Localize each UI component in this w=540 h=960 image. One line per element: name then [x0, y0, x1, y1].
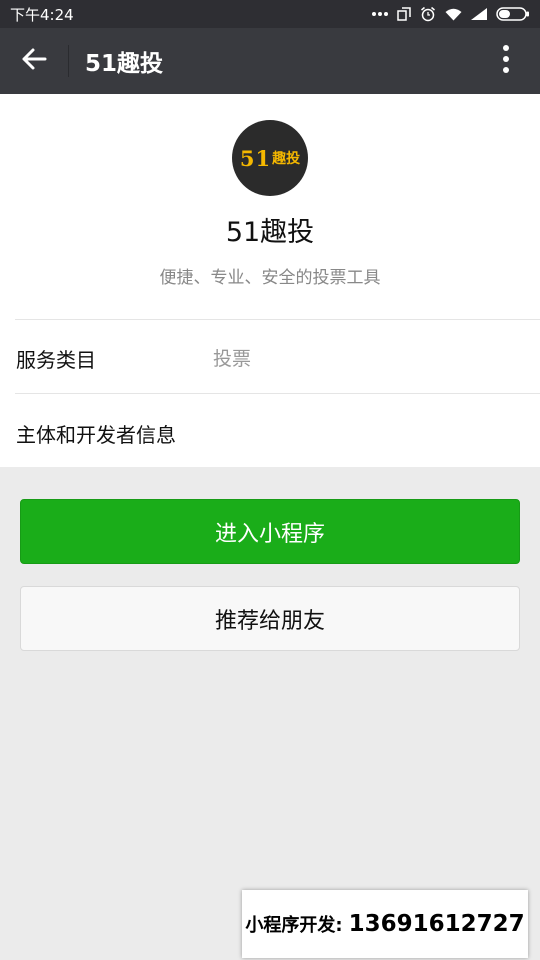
- app-name: 51趣投: [225, 217, 315, 248]
- status-time: 下午4:24: [10, 5, 74, 24]
- watermark: 小程序开发: 13691612727: [242, 890, 528, 958]
- back-arrow-icon: [21, 47, 47, 75]
- service-category-label: 服务类目: [16, 348, 96, 372]
- screen-rotate-icon: [397, 7, 411, 21]
- status-icons: [372, 6, 530, 22]
- more-dots-icon: [372, 11, 388, 17]
- more-vertical-icon: [502, 45, 510, 77]
- signal-icon: [471, 8, 487, 20]
- alarm-icon: [420, 6, 436, 22]
- title-divider: [68, 45, 69, 77]
- app-logo: 51 趣投: [232, 120, 308, 196]
- status-bar: 下午4:24: [0, 0, 540, 28]
- battery-icon: [496, 7, 530, 21]
- title-bar: 51趣投: [0, 28, 540, 94]
- app-description: 便捷、专业、安全的投票工具: [159, 268, 381, 288]
- service-category-value: 投票: [213, 348, 252, 370]
- watermark-label: 小程序开发:: [245, 915, 343, 936]
- divider: [15, 393, 540, 394]
- divider: [15, 319, 540, 320]
- page-title: 51趣投: [85, 51, 164, 77]
- profile-panel: 51 趣投 51趣投 便捷、专业、安全的投票工具 服务类目 投票 主体和开发者信息: [0, 94, 540, 467]
- logo-number: 51: [239, 145, 272, 171]
- recommend-to-friend-button[interactable]: 推荐给朋友: [20, 586, 520, 651]
- back-button[interactable]: [0, 28, 68, 94]
- developer-info-row[interactable]: 主体和开发者信息: [16, 419, 176, 448]
- wifi-icon: [445, 8, 462, 21]
- watermark-phone: 13691612727: [348, 911, 525, 937]
- logo-text: 趣投: [272, 151, 301, 167]
- more-options-button[interactable]: [486, 28, 526, 94]
- enter-miniprogram-button[interactable]: 进入小程序: [20, 499, 520, 564]
